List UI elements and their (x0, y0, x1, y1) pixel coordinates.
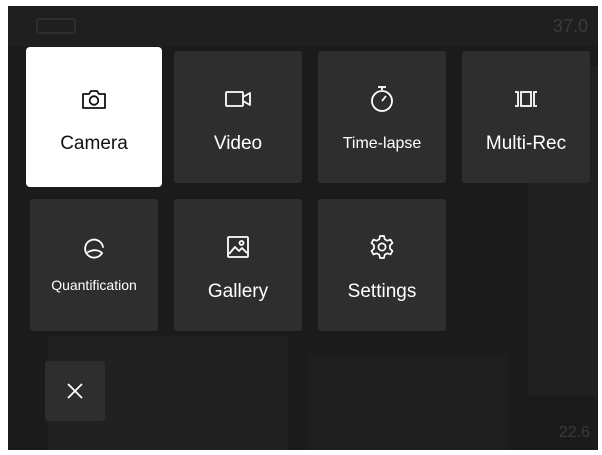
video-camera-icon (174, 85, 302, 113)
close-button[interactable] (45, 361, 105, 421)
close-icon (67, 383, 83, 399)
mode-label: Camera (60, 133, 128, 154)
camera-screen: 37.0 22.6 Camera Video Time-lapse Multi-… (8, 6, 598, 450)
status-readout-top: 37.0 (552, 16, 588, 36)
mode-tile-camera[interactable]: Camera (26, 47, 162, 187)
mode-tile-video[interactable]: Video (174, 51, 302, 183)
battery-icon (36, 18, 76, 34)
mode-label: Video (213, 133, 263, 154)
mode-label: Gallery (207, 281, 269, 302)
camera-icon (26, 85, 162, 113)
timer-icon (318, 85, 446, 113)
mode-tile-quantification[interactable]: Quantification (30, 199, 158, 331)
mode-tile-multi-rec[interactable]: Multi-Rec (462, 51, 590, 183)
mode-label: Time-lapse (342, 135, 422, 152)
gear-icon (318, 233, 446, 261)
mode-tile-time-lapse[interactable]: Time-lapse (318, 51, 446, 183)
mode-label: Settings (347, 281, 417, 302)
mode-label: Multi-Rec (485, 133, 567, 154)
multi-rec-icon (462, 85, 590, 113)
image-icon (174, 233, 302, 261)
background-preview (8, 6, 598, 46)
quantification-icon (30, 233, 158, 261)
mode-tile-gallery[interactable]: Gallery (174, 199, 302, 331)
mode-tile-settings[interactable]: Settings (318, 199, 446, 331)
mode-label: Quantification (51, 277, 137, 293)
status-readout-bottom: 22.6 (558, 424, 590, 441)
background-preview (308, 356, 508, 450)
